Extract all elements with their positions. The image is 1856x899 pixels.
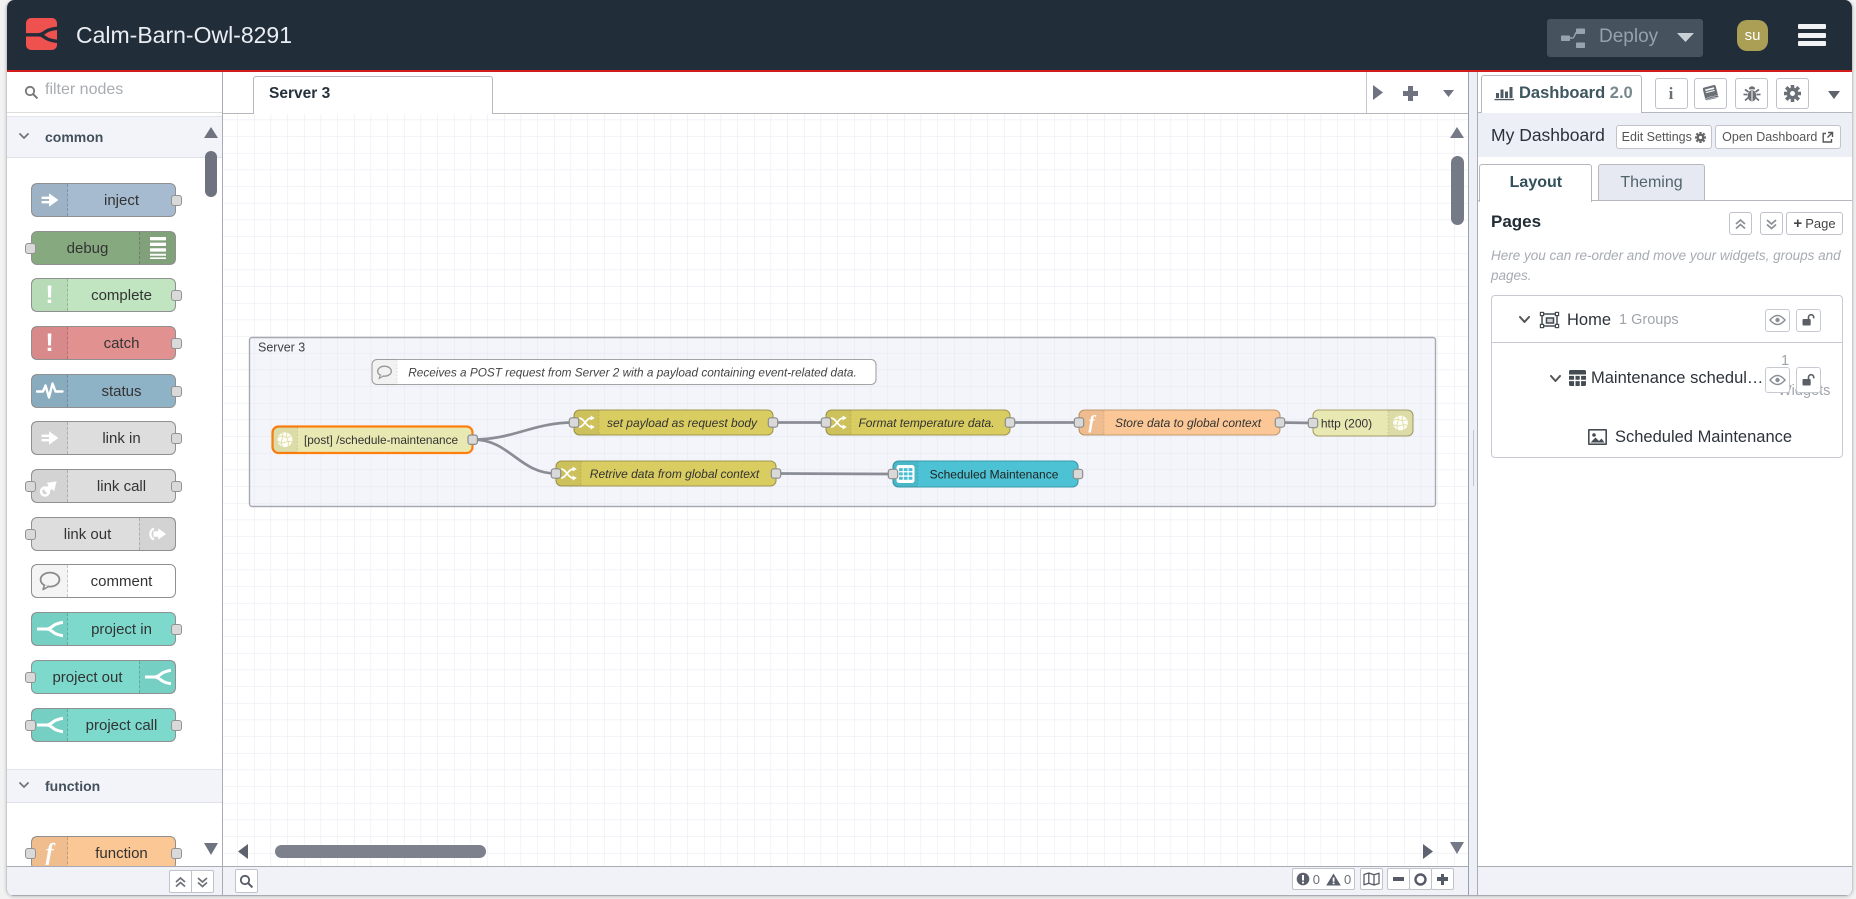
svg-text:Server 3: Server 3 xyxy=(258,341,305,355)
svg-text:Scheduled Maintenance: Scheduled Maintenance xyxy=(930,467,1059,481)
svg-text:[post] /schedule-maintenance: [post] /schedule-maintenance xyxy=(304,433,459,447)
svg-text:http (200): http (200) xyxy=(1321,416,1372,430)
svg-text:Format temperature data.: Format temperature data. xyxy=(858,416,994,430)
svg-text:Store data to global context: Store data to global context xyxy=(1115,416,1262,430)
svg-text:Retrive data from global conte: Retrive data from global context xyxy=(590,467,760,481)
svg-text:Receives a POST request from S: Receives a POST request from Server 2 wi… xyxy=(408,365,857,379)
svg-text:set payload as request body: set payload as request body xyxy=(607,416,758,430)
